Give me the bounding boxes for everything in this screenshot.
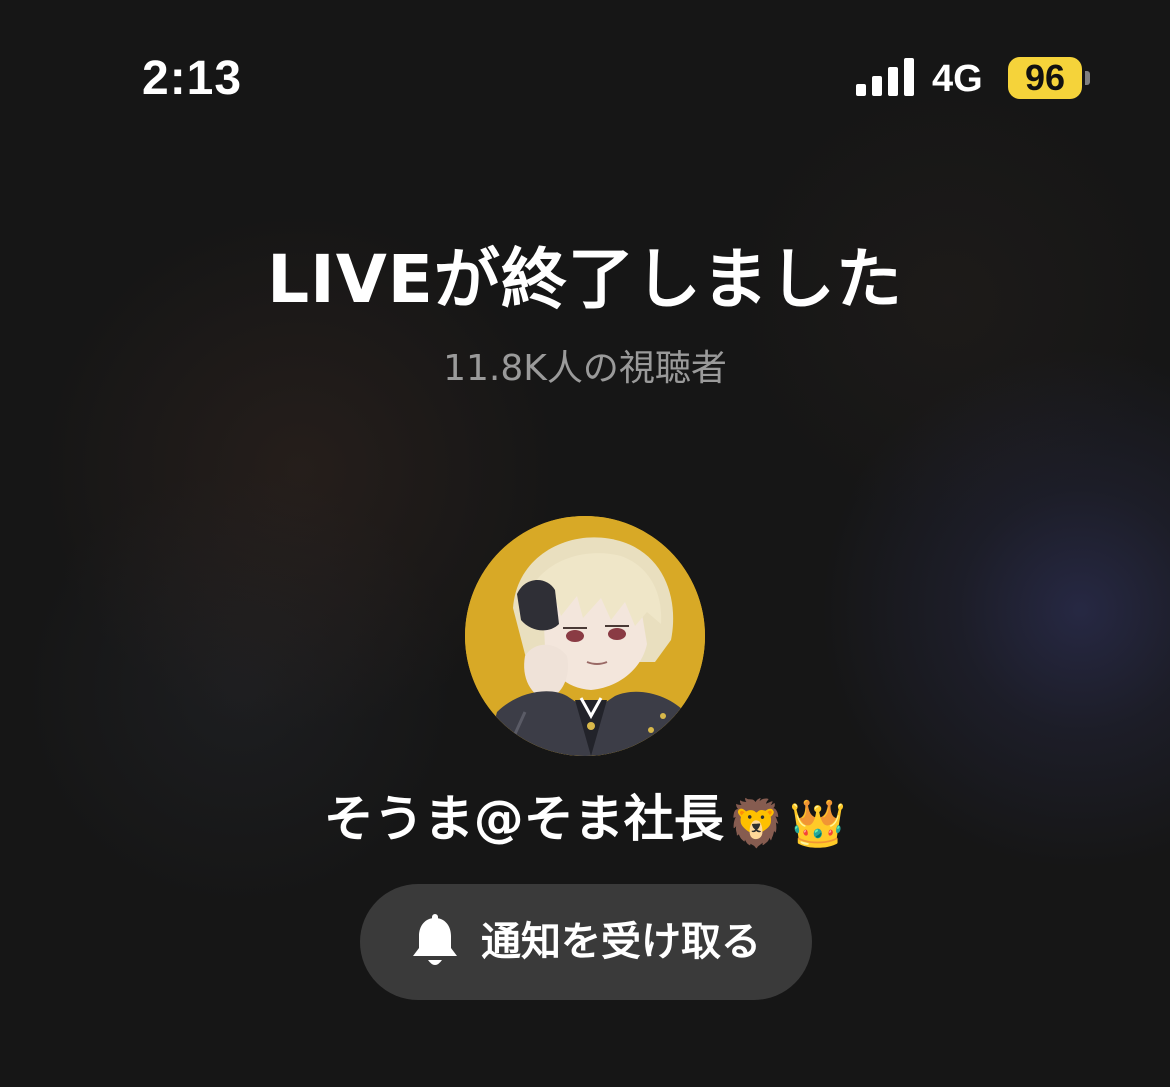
lion-emoji-icon: 🦁 — [727, 795, 785, 850]
crown-emoji-icon: 👑 — [789, 795, 847, 850]
live-ended-title: LIVEが終了しました — [267, 241, 903, 318]
bell-icon — [413, 914, 457, 965]
status-bar: 2:13 4G 96 — [0, 0, 1170, 150]
avatar[interactable] — [465, 516, 705, 756]
signal-bars-icon — [856, 58, 914, 96]
notify-button-label: 通知を受け取る — [481, 919, 761, 965]
anime-avatar-image — [465, 516, 705, 756]
streamer-name-row: そうま@そま社長🦁👑 — [0, 788, 1170, 854]
battery-indicator: 96 — [1008, 57, 1082, 99]
streamer-name: そうま@そま社長 — [323, 790, 724, 848]
network-type: 4G — [932, 58, 983, 100]
battery-cap — [1085, 71, 1090, 85]
notify-button[interactable]: 通知を受け取る — [360, 884, 812, 1000]
status-time: 2:13 — [142, 52, 243, 105]
viewer-count: 11.8K人の視聴者 — [443, 348, 727, 389]
